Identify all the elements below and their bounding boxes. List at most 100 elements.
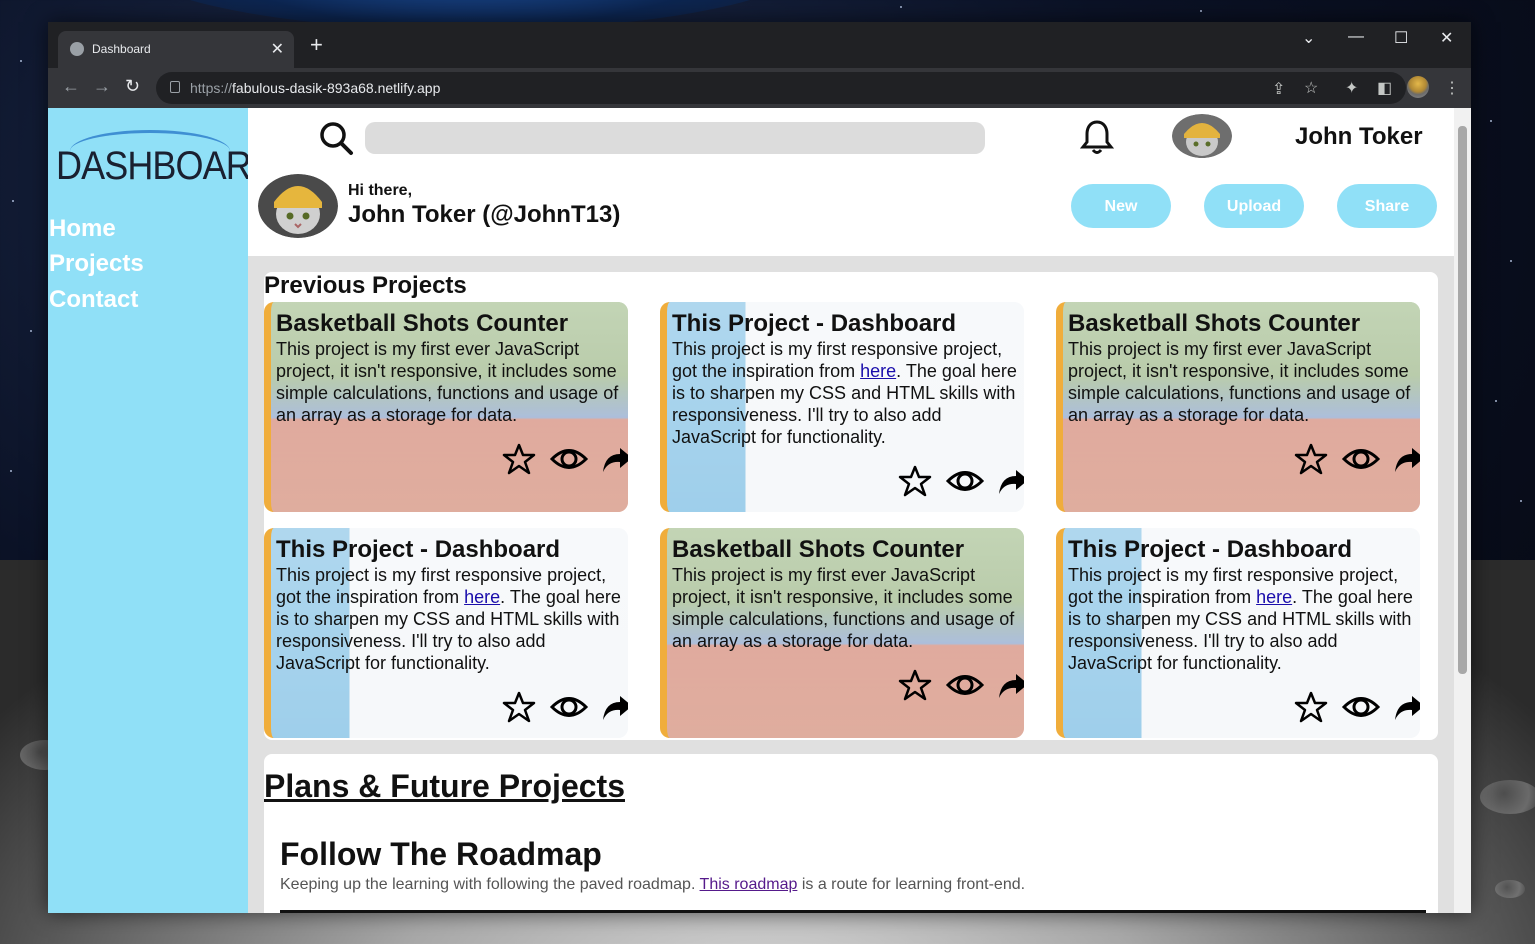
scrollbar-thumb[interactable] bbox=[1458, 126, 1467, 674]
eye-icon[interactable] bbox=[1342, 690, 1380, 724]
share-arrow-icon[interactable] bbox=[1392, 690, 1420, 724]
sidebar-item-home[interactable]: Home bbox=[49, 215, 116, 243]
share-arrow-icon[interactable] bbox=[600, 442, 628, 476]
tab-dashboard[interactable]: Dashboard ✕ bbox=[58, 31, 294, 68]
project-title: Basketball Shots Counter bbox=[276, 310, 569, 337]
project-actions bbox=[502, 690, 628, 726]
project-card[interactable]: This Project - Dashboard This project is… bbox=[264, 528, 628, 738]
roadmap-link[interactable]: This roadmap bbox=[700, 876, 798, 893]
eye-icon[interactable] bbox=[946, 464, 984, 498]
close-window-button[interactable]: ✕ bbox=[1440, 28, 1453, 48]
upload-button[interactable]: Upload bbox=[1204, 184, 1304, 228]
project-description: This project is my first responsive proj… bbox=[276, 564, 628, 674]
minimize-button[interactable]: — bbox=[1348, 28, 1364, 46]
profile-avatar[interactable] bbox=[1407, 76, 1429, 98]
star bbox=[1520, 500, 1522, 502]
star bbox=[1490, 120, 1492, 122]
address-bar[interactable]: https://fabulous-dasik-893a68.netlify.ap… bbox=[156, 72, 1406, 104]
star bbox=[1200, 10, 1202, 12]
project-description: This project is my first ever JavaScript… bbox=[1068, 339, 1411, 425]
tab-title: Dashboard bbox=[92, 42, 151, 56]
browser-window: Dashboard ✕ + ⌄ — ☐ ✕ ← → ↻ https://fabu… bbox=[48, 22, 1471, 913]
eye-icon[interactable] bbox=[946, 668, 984, 702]
inspiration-link[interactable]: here bbox=[464, 587, 500, 607]
share-button[interactable]: Share bbox=[1337, 184, 1437, 228]
project-title: This Project - Dashboard bbox=[276, 536, 561, 563]
star-icon[interactable] bbox=[1294, 690, 1328, 724]
eye-icon[interactable] bbox=[550, 690, 588, 724]
maximize-button[interactable]: ☐ bbox=[1394, 28, 1408, 48]
star bbox=[12, 200, 14, 202]
url-text: https://fabulous-dasik-893a68.netlify.ap… bbox=[190, 80, 440, 96]
star-icon[interactable] bbox=[898, 464, 932, 498]
sidebar-item-contact[interactable]: Contact bbox=[49, 286, 138, 314]
eye-icon[interactable] bbox=[1342, 442, 1380, 476]
kebab-menu-icon[interactable]: ⋮ bbox=[1444, 78, 1460, 98]
forward-arrow-icon[interactable]: → bbox=[93, 76, 111, 97]
search-input[interactable] bbox=[365, 122, 985, 154]
sidebar: DASHBOARD® Home Projects Contact bbox=[48, 108, 283, 913]
project-title: Basketball Shots Counter bbox=[672, 536, 965, 563]
project-card[interactable]: Basketball Shots Counter This project is… bbox=[1056, 302, 1420, 512]
project-card[interactable]: Basketball Shots Counter This project is… bbox=[264, 302, 628, 512]
roadmap-text: is a route for learning front-end. bbox=[797, 876, 1026, 893]
roadmap-description: Keeping up the learning with following t… bbox=[280, 876, 1025, 894]
crater bbox=[1480, 780, 1535, 814]
star-icon[interactable] bbox=[502, 690, 536, 724]
project-card[interactable]: Basketball Shots Counter This project is… bbox=[660, 528, 1024, 738]
reload-icon[interactable]: ↻ bbox=[125, 76, 140, 97]
share-arrow-icon[interactable] bbox=[996, 464, 1024, 498]
star bbox=[1510, 260, 1512, 262]
profile-avatar-large bbox=[258, 174, 338, 238]
bookmark-star-icon[interactable]: ☆ bbox=[1304, 78, 1318, 98]
project-description: This project is my first responsive proj… bbox=[1068, 564, 1420, 674]
bell-icon[interactable] bbox=[1080, 118, 1114, 156]
dashboard-logo: DASHBOARD® bbox=[56, 130, 283, 192]
roadmap-heading: Follow The Roadmap bbox=[280, 836, 602, 872]
page-scrollbar[interactable] bbox=[1454, 108, 1471, 913]
star-icon[interactable] bbox=[898, 668, 932, 702]
previous-projects-section: Previous Projects Basketball Shots Count… bbox=[264, 272, 1438, 740]
header: John Toker Hi there, John Toker (@JohnT1… bbox=[248, 108, 1454, 256]
side-panel-icon[interactable]: ◧ bbox=[1377, 78, 1392, 98]
project-title: This Project - Dashboard bbox=[672, 310, 957, 337]
star bbox=[1495, 400, 1497, 402]
close-tab-icon[interactable]: ✕ bbox=[271, 39, 284, 59]
project-actions bbox=[1294, 690, 1420, 726]
share-page-icon[interactable]: ⇪ bbox=[1272, 79, 1285, 99]
project-title: This Project - Dashboard bbox=[1068, 536, 1353, 563]
crater bbox=[1495, 880, 1525, 898]
inspiration-link[interactable]: here bbox=[1256, 587, 1292, 607]
eye-icon[interactable] bbox=[550, 442, 588, 476]
url-scheme: https:// bbox=[190, 80, 233, 96]
search-icon[interactable] bbox=[318, 120, 354, 156]
new-tab-button[interactable]: + bbox=[310, 34, 323, 56]
share-arrow-icon[interactable] bbox=[996, 668, 1024, 702]
project-description: This project is my first ever JavaScript… bbox=[672, 565, 1015, 651]
browser-toolbar: ← → ↻ https://fabulous-dasik-893a68.netl… bbox=[48, 68, 1471, 108]
star bbox=[20, 60, 22, 62]
back-arrow-icon[interactable]: ← bbox=[62, 76, 80, 97]
globe-icon bbox=[70, 42, 84, 56]
greeting-name: John Toker (@JohnT13) bbox=[348, 201, 621, 228]
tab-search-icon[interactable]: ⌄ bbox=[1302, 28, 1315, 48]
star-icon[interactable] bbox=[502, 442, 536, 476]
new-button[interactable]: New bbox=[1071, 184, 1171, 228]
plans-section: Plans & Future Projects Follow The Roadm… bbox=[264, 754, 1438, 913]
header-username: John Toker bbox=[1295, 123, 1423, 150]
project-card[interactable]: This Project - Dashboard This project is… bbox=[1056, 528, 1420, 738]
star bbox=[10, 470, 12, 472]
project-description: This project is my first ever JavaScript… bbox=[276, 339, 619, 425]
greeting-label: Hi there, bbox=[348, 182, 413, 199]
sidebar-item-projects[interactable]: Projects bbox=[49, 250, 144, 278]
inspiration-link[interactable]: here bbox=[860, 361, 896, 381]
page-viewport: DASHBOARD® Home Projects Contact John bbox=[48, 108, 1471, 913]
share-arrow-icon[interactable] bbox=[600, 690, 628, 724]
share-arrow-icon[interactable] bbox=[1392, 442, 1420, 476]
project-card[interactable]: This Project - Dashboard This project is… bbox=[660, 302, 1024, 512]
extensions-icon[interactable]: ✦ bbox=[1345, 78, 1358, 98]
project-actions bbox=[898, 668, 1024, 704]
plans-heading: Plans & Future Projects bbox=[264, 768, 625, 804]
avatar[interactable] bbox=[1172, 114, 1232, 158]
star-icon[interactable] bbox=[1294, 442, 1328, 476]
